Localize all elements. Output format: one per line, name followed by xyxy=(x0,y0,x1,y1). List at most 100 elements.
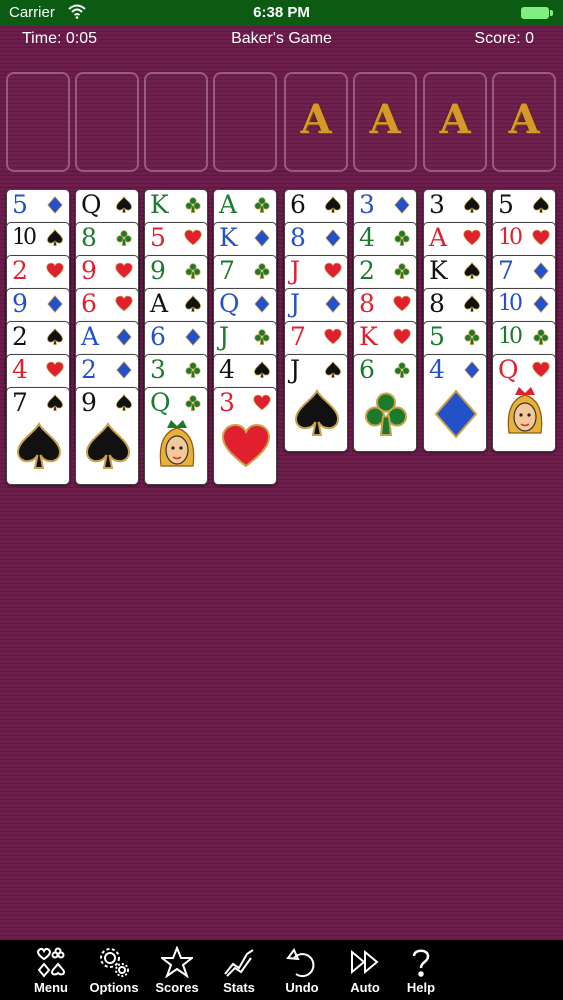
card-rank: Q xyxy=(498,355,519,384)
spades-large-icon xyxy=(294,389,340,436)
bottom-toolbar: Menu Options Scores Stats Undo Auto Help xyxy=(0,940,563,1000)
card-rank: Q xyxy=(81,190,102,219)
playing-card[interactable]: 7 xyxy=(6,387,70,485)
playing-card[interactable]: 9 xyxy=(75,387,139,485)
battery-icon xyxy=(521,7,549,19)
card-rank: 10 xyxy=(498,291,523,316)
clubs-suit-icon xyxy=(116,230,132,246)
foundation-pile[interactable]: A xyxy=(492,72,556,172)
card-rank: Q xyxy=(219,289,240,318)
card-rank: 3 xyxy=(150,355,166,384)
playing-card[interactable]: 6 xyxy=(353,354,417,452)
playing-card[interactable]: 4 xyxy=(423,354,487,452)
spades-suit-icon xyxy=(464,295,480,312)
diamonds-suit-icon xyxy=(533,295,549,313)
hearts-suit-icon xyxy=(463,229,481,246)
clubs-suit-icon xyxy=(185,263,201,279)
status-bar: Carrier 6:38 PM xyxy=(0,0,563,26)
card-rank: 6 xyxy=(359,355,375,384)
playing-card[interactable]: 3 xyxy=(213,387,277,485)
free-cell[interactable] xyxy=(144,72,208,172)
stats-button[interactable]: Stats xyxy=(210,940,268,1000)
card-rank: 7 xyxy=(498,256,514,285)
clubs-large-icon xyxy=(365,392,407,436)
card-rank: 10 xyxy=(498,225,523,250)
help-button[interactable]: Help xyxy=(392,940,450,1000)
card-rank: K xyxy=(429,256,448,285)
spades-suit-icon xyxy=(47,328,63,345)
card-rank: J xyxy=(290,355,301,384)
hearts-suit-icon xyxy=(46,361,64,378)
card-rank: 6 xyxy=(290,190,306,219)
free-cell[interactable] xyxy=(6,72,70,172)
card-rank: 5 xyxy=(429,322,445,351)
spades-large-icon xyxy=(85,422,131,469)
undo-button[interactable]: Undo xyxy=(273,940,331,1000)
spades-suit-icon xyxy=(325,196,341,213)
clubs-suit-icon xyxy=(254,197,270,213)
foundation-pile[interactable]: A xyxy=(423,72,487,172)
card-rank: 8 xyxy=(81,223,97,252)
spades-suit-icon xyxy=(47,229,63,246)
spades-suit-icon xyxy=(116,394,132,411)
clubs-suit-icon xyxy=(394,362,410,378)
playing-card[interactable]: Q xyxy=(144,387,208,485)
card-rank: J xyxy=(290,289,301,318)
toolbar-label: Help xyxy=(406,980,436,995)
gears-icon xyxy=(100,948,129,977)
foundation-pile[interactable]: A xyxy=(353,72,417,172)
diamonds-suit-icon xyxy=(394,196,410,214)
card-rank: 2 xyxy=(12,256,28,285)
card-rank: J xyxy=(219,322,230,351)
card-rank: A xyxy=(429,223,448,252)
free-cell[interactable] xyxy=(75,72,139,172)
diamonds-suit-icon xyxy=(185,328,201,346)
card-rank: 2 xyxy=(12,322,28,351)
clubs-suit-icon xyxy=(464,329,480,345)
spades-suit-icon xyxy=(533,196,549,213)
scores-button[interactable]: Scores xyxy=(148,940,206,1000)
playing-card[interactable]: Q xyxy=(492,354,556,452)
hearts-suit-icon xyxy=(184,229,202,246)
card-rank: K xyxy=(150,190,169,219)
undo-icon xyxy=(286,948,315,978)
card-rank: K xyxy=(359,322,378,351)
diamonds-suit-icon xyxy=(47,196,63,214)
card-rank: 2 xyxy=(359,256,375,285)
clubs-suit-icon xyxy=(394,230,410,246)
spades-suit-icon xyxy=(325,361,341,378)
clubs-suit-icon xyxy=(394,263,410,279)
diamonds-suit-icon xyxy=(325,295,341,313)
card-rank: A xyxy=(219,190,238,219)
card-rank: 8 xyxy=(290,223,306,252)
card-rank: 6 xyxy=(150,322,166,351)
toolbar-label: Scores xyxy=(155,980,199,995)
hearts-suit-icon xyxy=(393,328,411,345)
spades-suit-icon xyxy=(185,295,201,312)
menu-button[interactable]: Menu xyxy=(22,940,80,1000)
card-rank: 8 xyxy=(359,289,375,318)
options-button[interactable]: Options xyxy=(85,940,143,1000)
score: Score: 0 xyxy=(474,30,534,47)
card-rank: 2 xyxy=(81,355,97,384)
foundation-rank: A xyxy=(508,96,540,143)
card-rank: 10 xyxy=(498,324,523,349)
auto-button[interactable]: Auto xyxy=(336,940,394,1000)
playing-card[interactable]: J xyxy=(284,354,348,452)
spades-suit-icon xyxy=(116,196,132,213)
star-icon xyxy=(161,946,193,978)
spades-suit-icon xyxy=(464,196,480,213)
card-rank: 5 xyxy=(12,190,28,219)
toolbar-label: Stats xyxy=(223,980,255,995)
diamonds-suit-icon xyxy=(325,229,341,247)
card-rank: A xyxy=(150,289,169,318)
foundation-pile[interactable]: A xyxy=(284,72,348,172)
card-rank: 9 xyxy=(150,256,166,285)
diamonds-suit-icon xyxy=(116,328,132,346)
hearts-suit-icon xyxy=(324,262,342,279)
foundation-rank: A xyxy=(300,96,332,143)
game-header: Time: 0:05 Baker's Game Score: 0 xyxy=(0,26,563,54)
toolbar-label: Options xyxy=(89,980,139,995)
card-rank: 9 xyxy=(12,289,28,318)
free-cell[interactable] xyxy=(213,72,277,172)
